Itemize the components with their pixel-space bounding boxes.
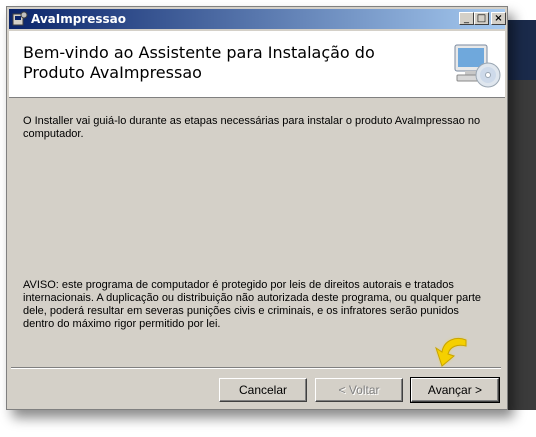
window-title: AvaImpressao — [31, 12, 127, 26]
next-button[interactable]: Avançar > — [410, 377, 500, 403]
back-button[interactable]: < Voltar — [315, 378, 403, 402]
maximize-button[interactable]: □ — [474, 12, 489, 25]
cancel-button[interactable]: Cancelar — [219, 378, 307, 402]
intro-text: O Installer vai guiá-lo durante as etapa… — [23, 115, 481, 140]
wizard-heading: Bem-vindo ao Assistente para Instalação … — [23, 43, 375, 82]
close-button[interactable]: × — [491, 12, 506, 25]
title-bar[interactable]: AvaImpressao _ □ × — [9, 9, 506, 29]
highlight-arrow-icon — [435, 338, 467, 367]
copyright-notice: AVISO: este programa de computador é pro… — [23, 279, 482, 330]
minimize-button[interactable]: _ — [459, 12, 474, 25]
computer-cd-icon — [454, 44, 501, 88]
wizard-header: Bem-vindo ao Assistente para Instalação … — [9, 31, 505, 98]
installer-app-icon[interactable] — [12, 11, 28, 27]
